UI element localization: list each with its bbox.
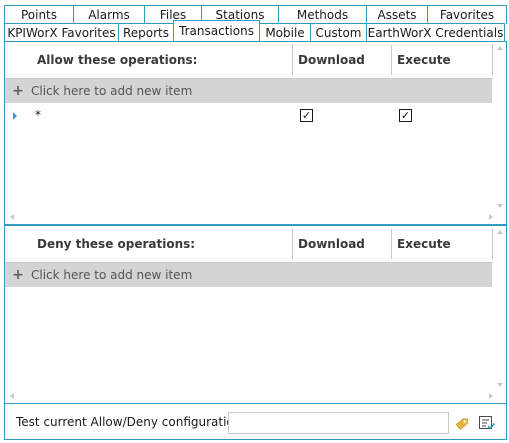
- test-config-input[interactable]: [228, 412, 449, 434]
- tab-transactions[interactable]: Transactions: [173, 20, 260, 41]
- allow-operations-grid: Allow these operations: Download Execute…: [5, 42, 506, 225]
- deny-download-column-header[interactable]: Download: [292, 226, 391, 262]
- operation-cell[interactable]: *: [35, 108, 41, 122]
- scroll-down-icon[interactable]: [497, 204, 503, 208]
- scroll-right-icon[interactable]: [489, 393, 493, 399]
- test-config-icon[interactable]: [478, 414, 496, 432]
- allow-vertical-scrollbar[interactable]: [493, 42, 506, 224]
- tab-custom[interactable]: Custom: [310, 23, 367, 42]
- download-checkbox[interactable]: ✓: [300, 109, 313, 122]
- scroll-down-icon[interactable]: [497, 383, 503, 387]
- transactions-panel: Allow these operations: Download Execute…: [4, 41, 507, 440]
- deny-operations-grid: Deny these operations: Download Execute …: [5, 225, 506, 404]
- allow-table-row[interactable]: * ✓ ✓: [5, 104, 492, 128]
- execute-checkbox[interactable]: ✓: [399, 109, 412, 122]
- tab-assets[interactable]: Assets: [366, 5, 428, 24]
- test-config-label: Test current Allow/Deny configuration:: [16, 415, 246, 429]
- tab-earthworx-credentials[interactable]: EarthWorX Credentials: [366, 23, 505, 42]
- deny-operation-column-header[interactable]: Deny these operations:: [31, 226, 292, 262]
- plus-icon: +: [12, 267, 24, 283]
- allow-download-column-header[interactable]: Download: [292, 42, 391, 78]
- add-new-item-label: Click here to add new item: [31, 84, 193, 98]
- tab-row-2: KPIWorX Favorites Reports Transactions M…: [4, 20, 505, 42]
- tag-icon[interactable]: [454, 414, 472, 432]
- tab-points[interactable]: Points: [4, 5, 74, 24]
- tab-alarms[interactable]: Alarms: [73, 5, 145, 24]
- allow-grid-header: Allow these operations: Download Execute: [5, 42, 493, 79]
- scroll-right-icon[interactable]: [489, 214, 493, 220]
- add-new-item-label: Click here to add new item: [31, 268, 193, 282]
- scroll-up-icon[interactable]: [497, 46, 503, 50]
- plus-icon: +: [12, 83, 24, 99]
- allow-add-new-item-row[interactable]: + Click here to add new item: [5, 79, 492, 103]
- deny-add-new-item-row[interactable]: + Click here to add new item: [5, 263, 492, 287]
- test-config-bar: Test current Allow/Deny configuration:: [5, 406, 506, 439]
- tab-reports[interactable]: Reports: [118, 23, 174, 42]
- tab-mobile[interactable]: Mobile: [259, 23, 311, 42]
- scroll-up-icon[interactable]: [497, 230, 503, 234]
- deny-grid-header: Deny these operations: Download Execute: [5, 226, 493, 263]
- scroll-left-icon[interactable]: [10, 214, 14, 220]
- allow-execute-column-header[interactable]: Execute: [391, 42, 492, 78]
- tab-kpiworx-favorites[interactable]: KPIWorX Favorites: [4, 23, 119, 42]
- row-indicator-icon: [13, 112, 17, 120]
- scroll-left-icon[interactable]: [10, 393, 14, 399]
- deny-vertical-scrollbar[interactable]: [493, 226, 506, 403]
- tab-methods[interactable]: Methods: [278, 5, 367, 24]
- allow-operation-column-header[interactable]: Allow these operations:: [31, 42, 292, 78]
- tab-favorites[interactable]: Favorites: [427, 5, 507, 24]
- deny-execute-column-header[interactable]: Execute: [391, 226, 492, 262]
